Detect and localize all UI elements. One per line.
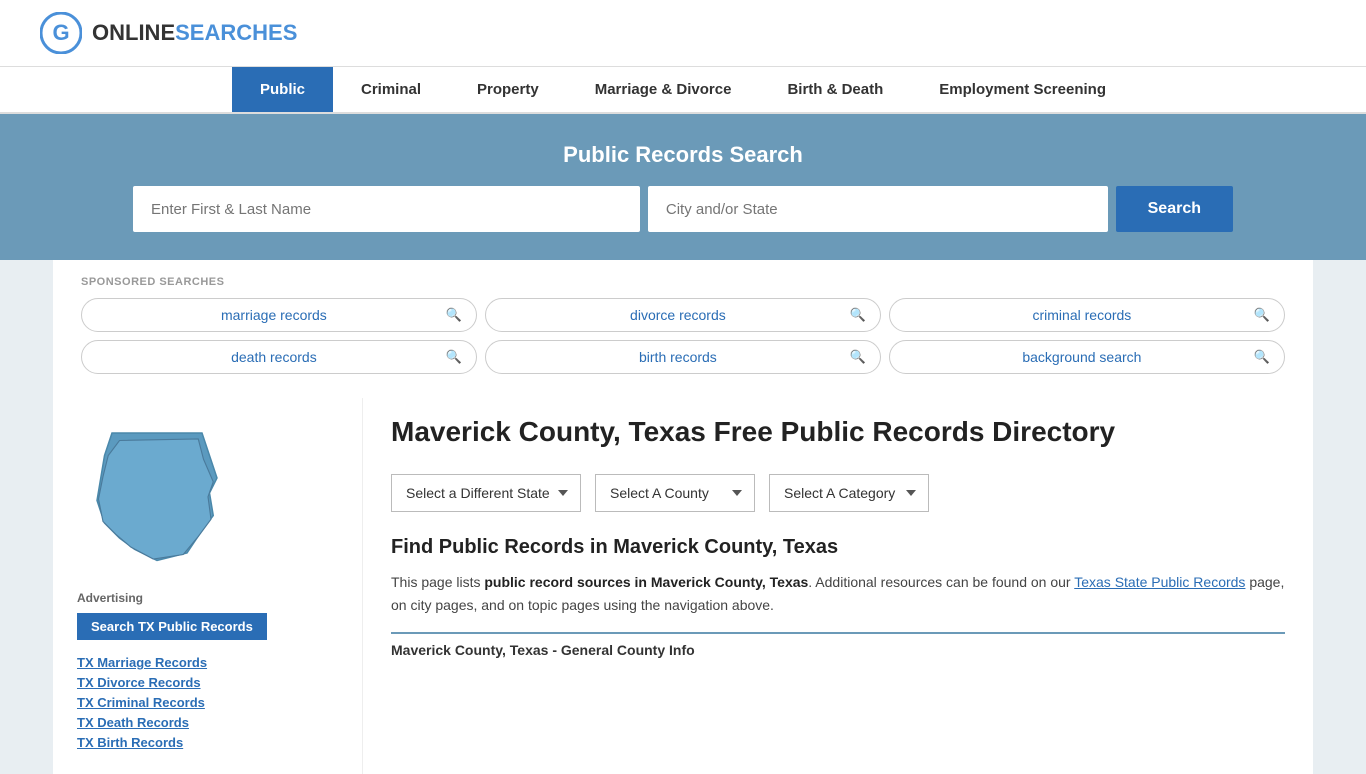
city-input[interactable]	[648, 186, 1108, 232]
ad-search-button[interactable]: Search TX Public Records	[77, 613, 267, 640]
hero-title: Public Records Search	[40, 142, 1326, 168]
nav-property[interactable]: Property	[449, 67, 567, 112]
state-dropdown[interactable]: Select a Different State	[391, 474, 581, 512]
county-info-bar: Maverick County, Texas - General County …	[391, 632, 1285, 658]
nav-marriage-divorce[interactable]: Marriage & Divorce	[567, 67, 760, 112]
svg-text:G: G	[52, 20, 69, 45]
nav-public[interactable]: Public	[232, 67, 333, 112]
sidebar: Advertising Search TX Public Records TX …	[53, 398, 363, 774]
texas-map	[77, 418, 338, 571]
search-button[interactable]: Search	[1116, 186, 1233, 232]
search-icon-3: 🔍	[1254, 307, 1270, 323]
sponsored-divorce[interactable]: divorce records 🔍	[485, 298, 881, 332]
sponsored-death[interactable]: death records 🔍	[81, 340, 477, 374]
tx-birth-link[interactable]: TX Birth Records	[77, 735, 183, 750]
tx-death-link[interactable]: TX Death Records	[77, 715, 189, 730]
search-icon-6: 🔍	[1254, 349, 1270, 365]
nav-birth-death[interactable]: Birth & Death	[759, 67, 911, 112]
page-title: Maverick County, Texas Free Public Recor…	[391, 414, 1115, 450]
texas-map-svg	[77, 418, 237, 568]
list-item: TX Death Records	[77, 714, 338, 730]
logo-icon: G	[40, 12, 82, 54]
logo-text: ONLINESEARCHES	[92, 20, 297, 46]
sponsored-grid: marriage records 🔍 divorce records 🔍 cri…	[81, 298, 1285, 374]
page-heading-text: Maverick County, Texas Free Public Recor…	[391, 414, 1115, 450]
sponsored-birth-text: birth records	[506, 349, 850, 365]
sidebar-links: TX Marriage Records TX Divorce Records T…	[77, 654, 338, 750]
list-item: TX Marriage Records	[77, 654, 338, 670]
nav-employment[interactable]: Employment Screening	[911, 67, 1134, 112]
sponsored-death-text: death records	[102, 349, 446, 365]
nav-criminal[interactable]: Criminal	[333, 67, 449, 112]
content-area: Advertising Search TX Public Records TX …	[53, 398, 1313, 774]
hero-search-bar: Search	[133, 186, 1233, 232]
tx-divorce-link[interactable]: TX Divorce Records	[77, 675, 201, 690]
tx-marriage-link[interactable]: TX Marriage Records	[77, 655, 207, 670]
main-wrapper: SPONSORED SEARCHES marriage records 🔍 di…	[53, 260, 1313, 774]
sponsored-marriage-text: marriage records	[102, 307, 446, 323]
name-input[interactable]	[133, 186, 640, 232]
find-description: This page lists public record sources in…	[391, 571, 1285, 616]
header: G ONLINESEARCHES	[0, 0, 1366, 67]
dropdowns: Select a Different State Select A County…	[391, 474, 1285, 512]
search-icon-4: 🔍	[446, 349, 462, 365]
sponsored-background-text: background search	[910, 349, 1254, 365]
search-icon-5: 🔍	[850, 349, 866, 365]
main-nav: Public Criminal Property Marriage & Divo…	[0, 67, 1366, 114]
find-records-section: Find Public Records in Maverick County, …	[391, 536, 1285, 658]
main-content: Maverick County, Texas Free Public Recor…	[363, 398, 1313, 774]
sponsored-background[interactable]: background search 🔍	[889, 340, 1285, 374]
advertising-label: Advertising	[77, 591, 338, 605]
list-item: TX Divorce Records	[77, 674, 338, 690]
page-heading: Maverick County, Texas Free Public Recor…	[391, 414, 1285, 450]
search-icon-2: 🔍	[850, 307, 866, 323]
list-item: TX Criminal Records	[77, 694, 338, 710]
sponsored-marriage[interactable]: marriage records 🔍	[81, 298, 477, 332]
sponsored-birth[interactable]: birth records 🔍	[485, 340, 881, 374]
category-dropdown[interactable]: Select A Category	[769, 474, 929, 512]
search-icon-1: 🔍	[446, 307, 462, 323]
county-info-label: Maverick County, Texas - General County …	[391, 642, 695, 658]
hero-section: Public Records Search Search	[0, 114, 1366, 260]
find-heading: Find Public Records in Maverick County, …	[391, 536, 1285, 559]
sponsored-criminal-text: criminal records	[910, 307, 1254, 323]
sponsored-label: SPONSORED SEARCHES	[81, 276, 1285, 288]
texas-state-link[interactable]: Texas State Public Records	[1074, 574, 1245, 590]
list-item: TX Birth Records	[77, 734, 338, 750]
sponsored-criminal[interactable]: criminal records 🔍	[889, 298, 1285, 332]
sponsored-section: SPONSORED SEARCHES marriage records 🔍 di…	[53, 260, 1313, 374]
logo: G ONLINESEARCHES	[40, 12, 297, 54]
county-dropdown[interactable]: Select A County	[595, 474, 755, 512]
sponsored-divorce-text: divorce records	[506, 307, 850, 323]
tx-criminal-link[interactable]: TX Criminal Records	[77, 695, 205, 710]
